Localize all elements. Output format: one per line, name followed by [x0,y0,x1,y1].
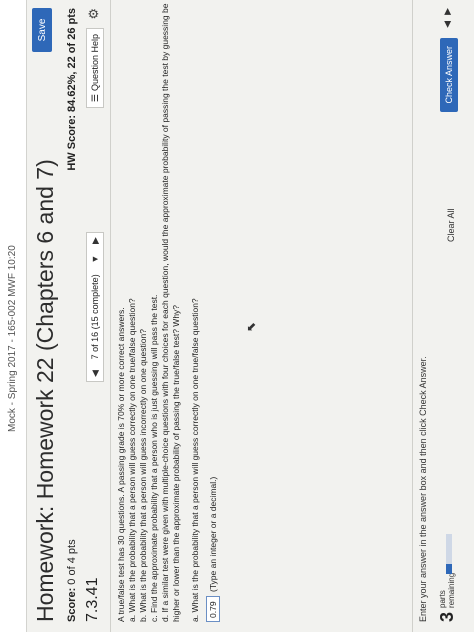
answer-input[interactable]: 0.79 [206,596,220,622]
prev-arrow-icon[interactable]: ◀ [442,21,453,28]
hw-score-label: HW Score: [66,115,78,171]
top-bar: Mock - Spring 2017 - 165-002 MWF 10:20 [0,0,27,632]
clear-all-button[interactable]: Clear All [446,208,456,242]
list-icon: ☰ [89,94,100,103]
parts-remaining: 3 parts remaining [437,573,457,622]
next-question-icon[interactable]: ▶ [90,237,101,244]
homework-screen: Mock - Spring 2017 - 165-002 MWF 10:20 H… [0,0,474,632]
next-arrow-icon[interactable]: ▶ [442,8,453,15]
score: Score: 0 of 4 pts [66,539,78,622]
save-button[interactable]: Save [32,8,52,52]
question-help-button[interactable]: ☰ Question Help [86,28,104,109]
question-line: A true/false test has 30 questions. A pa… [116,307,126,622]
question-text: A true/false test has 30 questions. A pa… [116,3,182,622]
question-help-label: Question Help [90,34,100,92]
mouse-cursor-icon: ⬉ [244,321,258,332]
course-title: Mock - Spring 2017 - 165-002 MWF 10:20 [7,245,18,432]
question-line: b. What is the probability that a person… [138,329,148,622]
answer-hint: (Type an integer or a decimal.) [208,476,218,592]
question-position[interactable]: 7 of 16 (15 complete) [90,274,100,359]
parts-label-1: parts [438,590,447,608]
progress-bar [446,534,452,574]
question-number: 7.3.41 [84,577,101,622]
question-line: a. What is the probability that a person… [127,298,137,622]
page-title: Homework: Homework 22 (Chapters 6 and 7) [32,159,58,622]
question-navigator[interactable]: ◀ 7 of 16 (15 complete) ▼ ▶ [86,232,104,382]
sub-question: a. What is the probability that a person… [190,298,200,622]
hw-score: HW Score: 84.62%, 22 of 26 pts [66,8,78,171]
footer-divider [412,0,413,632]
question-arrows: ◀ ▶ [442,8,453,28]
dropdown-icon[interactable]: ▼ [90,255,100,264]
parts-label-2: remaining [447,572,456,608]
question-line: d. If a similar test were given with mul… [160,3,170,622]
instructions: Enter your answer in the answer box and … [418,356,428,622]
gear-icon[interactable]: ⚙ [86,8,102,20]
hw-score-value: 84.62%, 22 of 26 pts [66,8,78,112]
parts-count: 3 [437,611,457,622]
divider [110,0,111,632]
prev-question-icon[interactable]: ◀ [90,370,101,377]
progress-fill [446,564,452,574]
score-value: 0 of 4 pts [66,539,78,585]
score-label: Score: [66,587,78,622]
question-line: higher or lower than the approximate pro… [171,304,181,622]
check-answer-button[interactable]: Check Answer [440,38,458,112]
answer-row: 0.79 (Type an integer or a decimal.) [206,477,220,622]
parts-label: parts remaining [438,573,456,608]
question-line: c. Find the approximate probability that… [149,294,159,622]
